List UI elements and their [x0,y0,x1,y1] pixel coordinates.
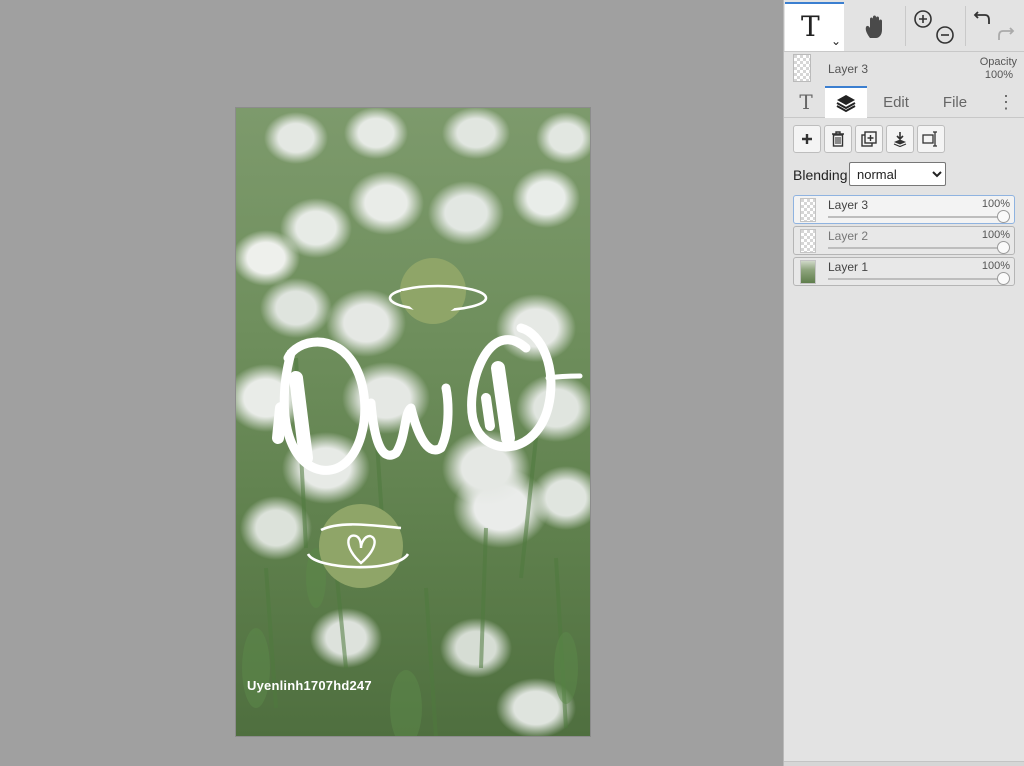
tab-text[interactable]: T [788,86,824,118]
opacity-slider-handle[interactable] [997,272,1010,285]
more-options-icon[interactable]: ⋮ [996,86,1016,118]
tool-bar: T ⌄ [784,0,1024,52]
layer-thumbnail [800,198,816,222]
layer-thumbnail [793,54,811,82]
layer-name: Layer 2 [828,229,869,243]
redo-button[interactable] [994,24,1016,46]
layer-thumbnail [800,260,816,284]
delete-layer-button[interactable] [824,125,852,153]
handwritten-lettering [272,323,583,475]
undo-icon [973,11,990,24]
layer-row[interactable]: Layer 3 100% [793,195,1015,224]
layer-opacity-value: 100% [981,260,1010,272]
zoom-in-icon [914,10,932,28]
text-overlay-layer [272,258,583,588]
layer-actions-bar [784,125,1024,157]
layers-list: Layer 3 100% Layer 2 100% Layer 1 100% [793,195,1016,288]
chevron-down-icon[interactable]: ⌄ [831,34,841,48]
redo-icon [998,27,1015,40]
opacity-slider-handle[interactable] [997,210,1010,223]
top-planet-icon [388,258,488,324]
text-tool-button[interactable]: T ⌄ [785,2,844,51]
merge-down-icon [893,132,907,147]
text-box-icon [922,131,937,147]
plus-icon [802,134,812,144]
layer-row[interactable]: Layer 2 100% [793,226,1015,255]
image-canvas[interactable]: Uyenlinh1707hd247 [235,107,591,737]
zoom-out-button[interactable] [934,24,956,46]
opacity-value: 100% [984,69,1013,81]
canvas-workspace[interactable]: Uyenlinh1707hd247 [0,0,783,766]
opacity-slider-track[interactable] [828,216,1002,218]
blending-mode-select[interactable]: normal [849,162,946,186]
opacity-slider-track[interactable] [828,278,1002,280]
undo-button[interactable] [972,8,994,30]
opacity-slider-handle[interactable] [997,241,1010,254]
tab-file[interactable]: File [932,86,978,118]
duplicate-layer-button[interactable] [855,125,883,153]
blending-control: Blending normal [793,162,1023,186]
merge-down-button[interactable] [886,125,914,153]
toolbar-divider [905,6,906,46]
hand-tool-button[interactable] [846,2,904,51]
zoom-out-icon [936,26,954,44]
blending-label: Blending [793,167,848,183]
layer-thumbnail [800,229,816,253]
panel-footer [784,761,1024,766]
tab-layers[interactable] [825,86,867,118]
layer-name: Layer 1 [828,260,869,274]
trash-icon [832,131,844,147]
watermark-text: Uyenlinh1707hd247 [247,678,372,693]
layer-name: Layer 3 [828,198,869,212]
current-layer-info: Layer 3 Opacity 100% [784,52,1024,86]
layers-icon [836,95,856,113]
text-tool-icon: T [801,10,820,43]
tab-edit[interactable]: Edit [872,86,920,118]
layer-opacity-value: 100% [981,198,1010,210]
side-panel: T ⌄ Layer 3 Opacity 100% T Edit File ⋮ B… [783,0,1024,766]
panel-tabs: T Edit File ⋮ [784,86,1024,118]
opacity-slider-track[interactable] [828,247,1002,249]
layer-row[interactable]: Layer 1 100% [793,257,1015,286]
layer-opacity-value: 100% [981,229,1010,241]
add-layer-button[interactable] [793,125,821,153]
zoom-in-button[interactable] [912,8,934,30]
opacity-label: Opacity [979,56,1017,68]
current-layer-name: Layer 3 [828,62,869,76]
bottom-planet-heart-icon [306,504,410,588]
layer-properties-button[interactable] [917,125,945,153]
toolbar-divider [965,6,966,46]
hand-tool-icon [865,15,882,38]
duplicate-icon [861,131,877,147]
